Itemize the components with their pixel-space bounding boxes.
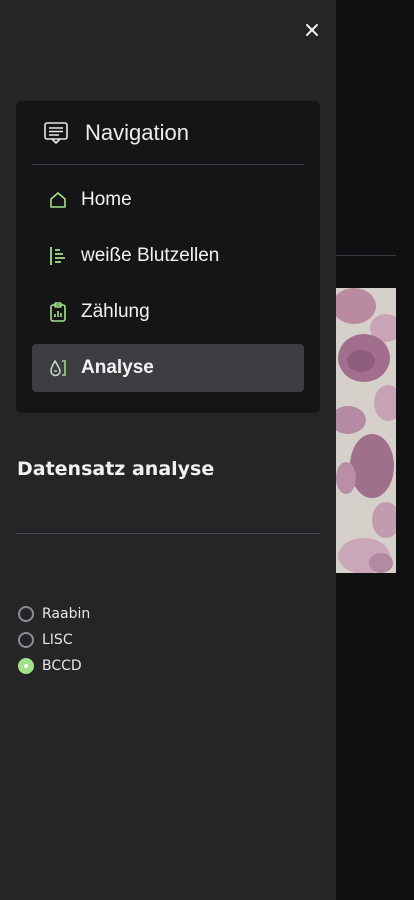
navigation-list-icon bbox=[43, 120, 69, 146]
radio-option-raabin[interactable]: Raabin bbox=[18, 601, 90, 627]
nav-item-white-blood-cells[interactable]: weiße Blutzellen bbox=[32, 232, 304, 280]
dataset-radio-group: Raabin LISC BCCD bbox=[18, 601, 90, 679]
nav-item-analysis[interactable]: Analyse bbox=[32, 344, 304, 392]
drop-analysis-icon bbox=[47, 357, 69, 379]
close-icon bbox=[306, 24, 318, 36]
close-sidebar-button[interactable] bbox=[300, 18, 324, 42]
nav-item-label: weiße Blutzellen bbox=[81, 245, 220, 266]
nav-item-label: Analyse bbox=[81, 357, 154, 378]
radio-button-checked[interactable] bbox=[18, 658, 34, 674]
navigation-card: Navigation Home weiße Blutzellen Zählung… bbox=[16, 101, 320, 413]
sidebar: Navigation Home weiße Blutzellen Zählung… bbox=[0, 0, 336, 900]
list-tree-icon bbox=[47, 245, 69, 267]
radio-button[interactable] bbox=[18, 632, 34, 648]
radio-button[interactable] bbox=[18, 606, 34, 622]
main-divider bbox=[336, 255, 396, 256]
nav-item-label: Home bbox=[81, 189, 132, 210]
radio-label: BCCD bbox=[42, 658, 82, 674]
section-divider bbox=[16, 533, 320, 534]
radio-option-bccd[interactable]: BCCD bbox=[18, 653, 90, 679]
clipboard-chart-icon bbox=[47, 301, 69, 323]
nav-item-home[interactable]: Home bbox=[32, 176, 304, 224]
navigation-header: Navigation bbox=[32, 101, 304, 165]
nav-item-label: Zählung bbox=[81, 301, 150, 322]
section-title: Datensatz analyse bbox=[17, 458, 215, 480]
radio-option-lisc[interactable]: LISC bbox=[18, 627, 90, 653]
blood-cell-image bbox=[336, 288, 396, 573]
home-icon bbox=[47, 189, 69, 211]
radio-label: LISC bbox=[42, 632, 73, 648]
radio-label: Raabin bbox=[42, 606, 91, 622]
nav-item-counting[interactable]: Zählung bbox=[32, 288, 304, 336]
navigation-title: Navigation bbox=[85, 119, 189, 145]
